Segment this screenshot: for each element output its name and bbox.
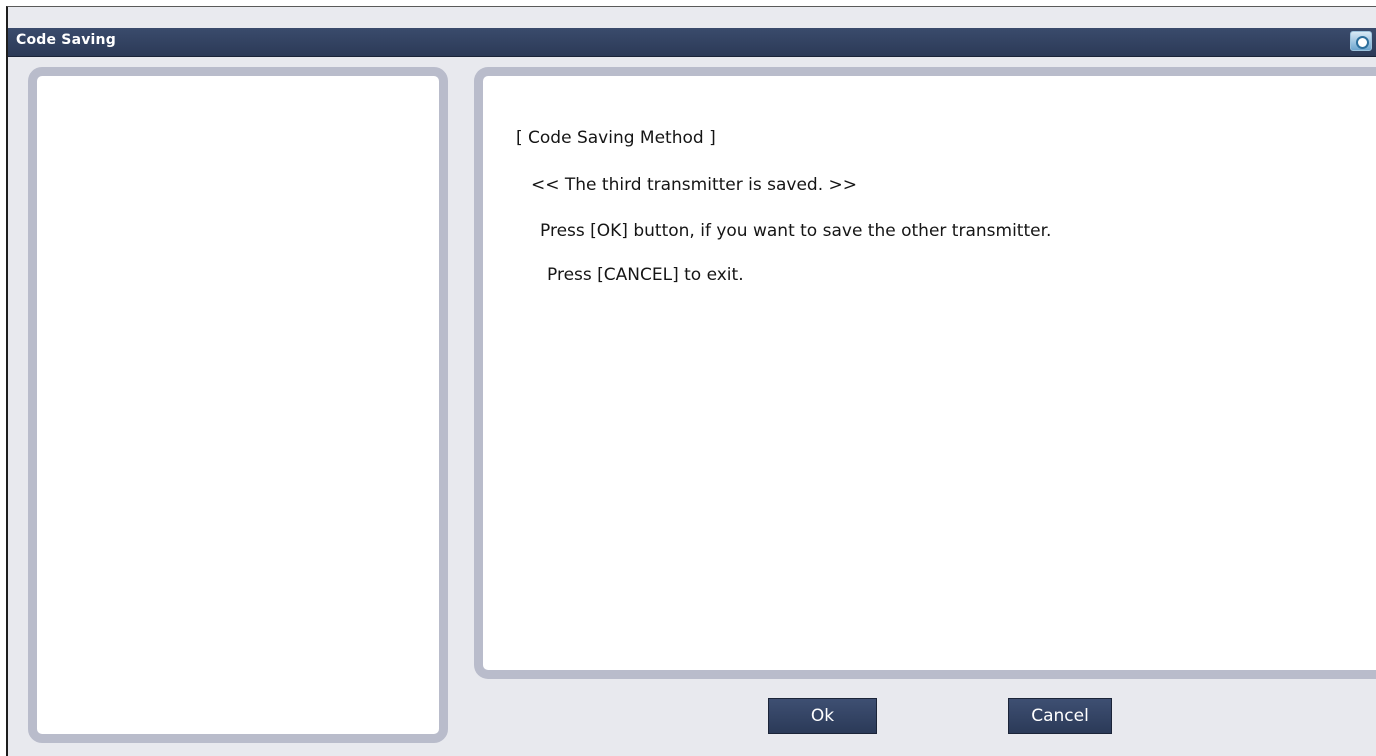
method-heading: [ Code Saving Method ] [516, 128, 716, 148]
message-panel: [ Code Saving Method ] << The third tran… [474, 67, 1376, 679]
cancel-button[interactable]: Cancel [1008, 698, 1112, 734]
ok-instruction: Press [OK] button, if you want to save t… [540, 221, 1052, 241]
saved-notice: << The third transmitter is saved. >> [531, 175, 857, 195]
left-image-panel [28, 67, 448, 743]
window-title: Code Saving [16, 32, 116, 48]
camera-icon[interactable] [1350, 31, 1372, 51]
dialog-body: [ Code Saving Method ] << The third tran… [8, 57, 1376, 756]
title-bar[interactable]: Code Saving [8, 28, 1376, 57]
cancel-instruction: Press [CANCEL] to exit. [547, 265, 744, 285]
ok-button[interactable]: Ok [768, 698, 877, 734]
